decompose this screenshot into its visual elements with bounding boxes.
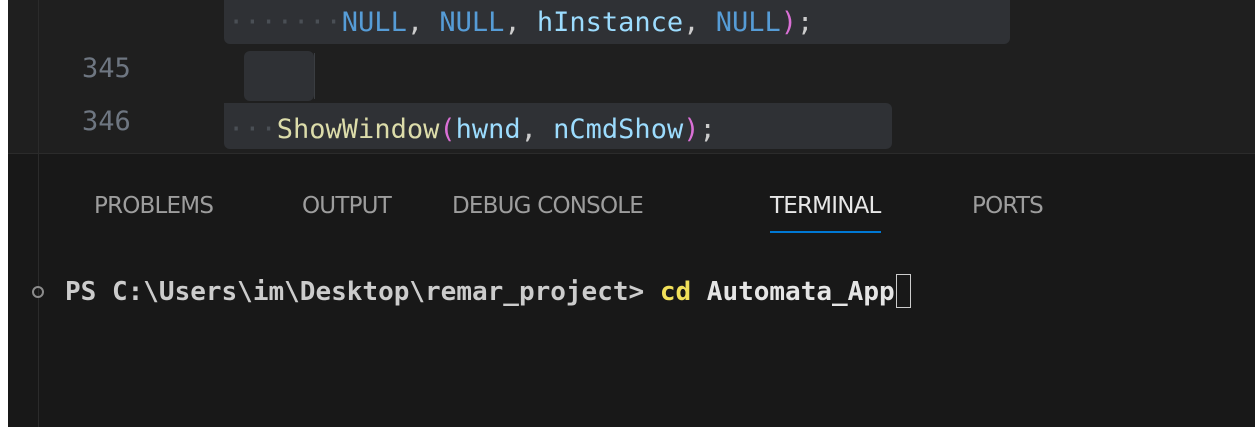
terminal-command: cd: [659, 277, 692, 307]
code-text: ···ShowWindow(hwnd, nCmdShow);: [228, 107, 716, 153]
tab-terminal[interactable]: TERMINAL: [770, 186, 881, 233]
prompt-path: PS C:\Users\im\Desktop\remar_project>: [65, 277, 660, 307]
tab-label: PORTS: [972, 193, 1044, 219]
token-open-paren: (: [439, 114, 456, 145]
terminal-line[interactable]: PS C:\Users\im\Desktop\remar_project> cd…: [8, 272, 1255, 312]
code-editor[interactable]: 345 ·······NULL, NULL, hInstance, NULL);…: [8, 0, 1255, 191]
whitespace-dots: ···: [228, 114, 277, 145]
tab-problems[interactable]: PROBLEMS: [94, 186, 214, 226]
tab-label: DEBUG CONSOLE: [452, 193, 644, 219]
code-line[interactable]: 345 ·······NULL, NULL, hInstance, NULL);: [8, 0, 1255, 84]
token-ncmdshow: nCmdShow: [553, 114, 684, 145]
code-line[interactable]: 346: [8, 53, 1255, 137]
tab-label: TERMINAL: [770, 193, 881, 219]
token-showwindow: ShowWindow: [276, 114, 440, 145]
token-null: NULL: [439, 7, 505, 38]
token-hwnd: hwnd: [455, 114, 521, 145]
tab-output[interactable]: OUTPUT: [302, 186, 392, 226]
indent-guide: [314, 53, 315, 99]
tab-label: OUTPUT: [302, 193, 392, 219]
token-null: NULL: [341, 7, 407, 38]
bottom-panel: PROBLEMS OUTPUT DEBUG CONSOLE TERMINAL P…: [8, 153, 1255, 427]
token-close-paren: ): [780, 7, 798, 38]
token-comma: ,: [520, 114, 554, 145]
token-comma: ,: [504, 7, 537, 38]
token-close-paren: ): [683, 114, 700, 145]
token-hinstance: hInstance: [536, 7, 684, 38]
tab-label: PROBLEMS: [94, 193, 214, 219]
text-cursor: [895, 274, 911, 308]
code-text: ·······NULL, NULL, hInstance, NULL);: [228, 0, 813, 46]
code-line[interactable]: 347 ···ShowWindow(hwnd, nCmdShow);: [8, 103, 1255, 191]
terminal-prompt: PS C:\Users\im\Desktop\remar_project> cd…: [65, 272, 911, 312]
command-status-circle-icon[interactable]: [32, 286, 44, 298]
vscode-window: 345 ·······NULL, NULL, hInstance, NULL);…: [8, 0, 1255, 427]
terminal-argument: Automata_App: [691, 277, 895, 307]
active-tab-indicator: [770, 231, 881, 233]
token-null: NULL: [715, 7, 781, 38]
token-comma: ,: [406, 7, 440, 38]
token-comma: ,: [683, 7, 716, 38]
tab-debug-console[interactable]: DEBUG CONSOLE: [452, 186, 644, 226]
app-root: 345 ·······NULL, NULL, hInstance, NULL);…: [0, 0, 1255, 427]
panel-tabs: PROBLEMS OUTPUT DEBUG CONSOLE TERMINAL P…: [8, 154, 1255, 238]
empty-line-highlight: [244, 51, 314, 101]
token-semicolon: ;: [699, 114, 716, 145]
terminal-view[interactable]: PS C:\Users\im\Desktop\remar_project> cd…: [8, 244, 1255, 427]
tab-ports[interactable]: PORTS: [972, 186, 1044, 226]
whitespace-dots: ·······: [228, 7, 342, 38]
token-semicolon: ;: [797, 7, 814, 38]
